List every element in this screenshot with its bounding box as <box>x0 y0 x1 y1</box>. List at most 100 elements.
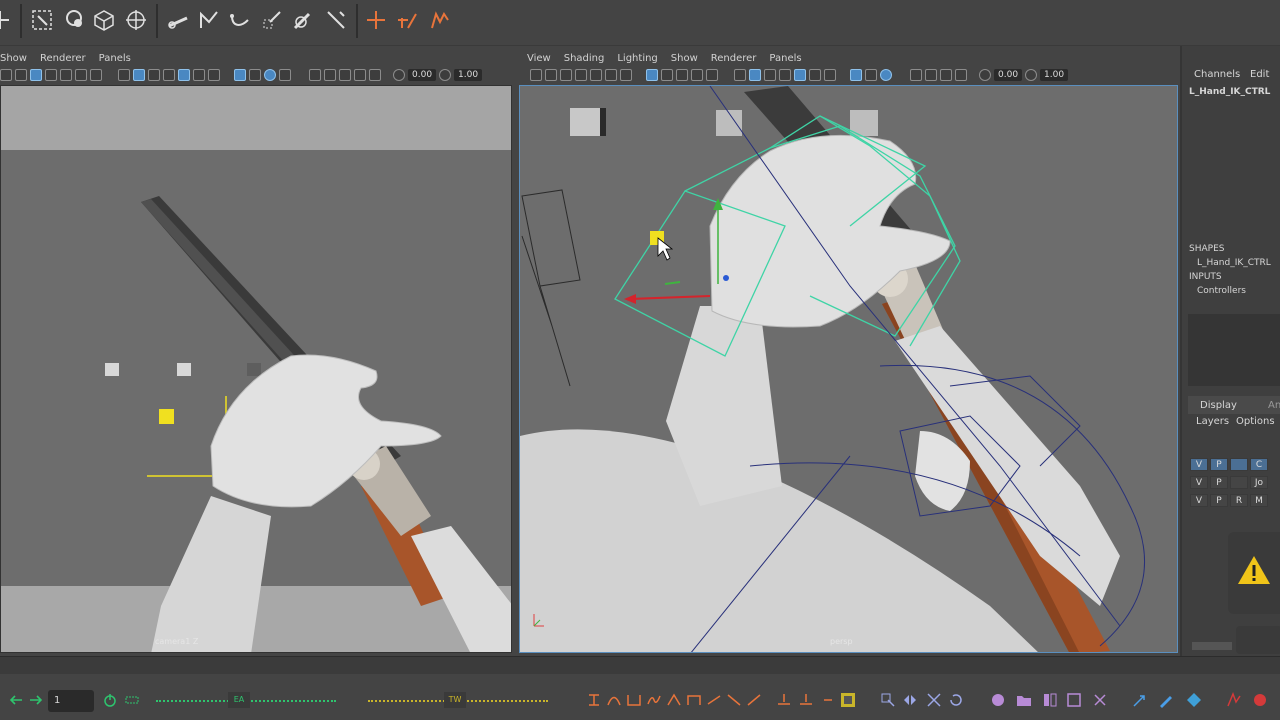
record-icon[interactable] <box>1252 692 1268 708</box>
time-slider[interactable] <box>0 656 1280 674</box>
reset-pose-icon[interactable] <box>948 692 964 708</box>
left-menu-show[interactable]: Show <box>0 53 27 64</box>
shadows-icon[interactable] <box>809 69 821 81</box>
layer-display-type[interactable]: R <box>1230 494 1248 507</box>
two-d-pan-icon[interactable] <box>369 69 381 81</box>
image-plane-icon[interactable] <box>590 69 602 81</box>
left-viewport[interactable]: camera1 Z <box>0 85 512 653</box>
near-clip-field[interactable]: 0.00 <box>994 69 1023 81</box>
sphere-icon[interactable] <box>990 692 1006 708</box>
xray-icon[interactable] <box>249 69 261 81</box>
wireframe-on-shaded-icon[interactable] <box>148 69 160 81</box>
film-gate-icon[interactable] <box>15 69 27 81</box>
select-camera-icon[interactable] <box>309 69 321 81</box>
cube-wire-icon[interactable] <box>90 6 118 34</box>
film-gate-icon[interactable] <box>661 69 673 81</box>
smooth-shade-icon[interactable] <box>133 69 145 81</box>
camera-lock-icon[interactable] <box>560 69 572 81</box>
safe-title-icon[interactable] <box>955 69 967 81</box>
playblast-icon[interactable] <box>124 692 140 708</box>
grease-pencil-icon[interactable] <box>620 69 632 81</box>
joint-tool-icon[interactable] <box>164 6 192 34</box>
display-tab[interactable]: Display <box>1200 400 1237 411</box>
isolate-select-icon[interactable] <box>850 69 862 81</box>
camera-select-icon[interactable] <box>545 69 557 81</box>
layer-visibility[interactable]: V <box>1190 476 1208 489</box>
camera-attributes-icon[interactable] <box>530 69 542 81</box>
options-menu[interactable]: Options <box>1236 416 1275 427</box>
select-camera-icon[interactable] <box>910 69 922 81</box>
right-menu-lighting[interactable]: Lighting <box>617 53 657 64</box>
brush-icon[interactable] <box>322 6 350 34</box>
tangent-unify-icon[interactable] <box>746 692 762 708</box>
lighting-icon[interactable] <box>794 69 806 81</box>
right-viewport[interactable]: persp <box>519 85 1178 653</box>
constraint-icon[interactable] <box>394 6 422 34</box>
auto-key-curve-icon[interactable] <box>1226 692 1242 708</box>
folder-icon[interactable] <box>1016 692 1032 708</box>
step-forward-icon[interactable] <box>28 692 44 708</box>
tangent-break-icon[interactable] <box>726 692 742 708</box>
ambient-occlusion-icon[interactable] <box>824 69 836 81</box>
bind-skin-icon[interactable] <box>258 6 286 34</box>
wireframe-icon[interactable] <box>118 69 130 81</box>
safe-action-icon[interactable] <box>75 69 87 81</box>
layer-name[interactable]: Jo <box>1250 476 1268 489</box>
horizontal-scrollbar[interactable] <box>1192 642 1232 650</box>
channels-tab[interactable]: Channels <box>1194 69 1240 80</box>
tangent-plateau-icon[interactable] <box>706 692 722 708</box>
tangent-step-icon[interactable] <box>586 692 602 708</box>
delete-icon[interactable] <box>1092 692 1108 708</box>
camera-attributes-icon[interactable] <box>0 69 12 81</box>
lasso-icon[interactable] <box>60 6 88 34</box>
ik-handle-icon[interactable] <box>195 6 223 34</box>
input-name[interactable]: Controllers <box>1197 286 1246 296</box>
tangent-flat-icon[interactable] <box>686 692 702 708</box>
right-menu-shading[interactable]: Shading <box>564 53 605 64</box>
grid-icon[interactable] <box>646 69 658 81</box>
xray-joints-icon[interactable] <box>880 69 892 81</box>
shape-name[interactable]: L_Hand_IK_CTRL <box>1197 258 1271 268</box>
xray-joints-icon[interactable] <box>264 69 276 81</box>
safe-title-icon[interactable] <box>90 69 102 81</box>
warning-popup[interactable] <box>1228 532 1280 614</box>
more-button[interactable] <box>1236 626 1280 654</box>
right-menu-view[interactable]: View <box>527 53 551 64</box>
near-clip-field[interactable]: 0.00 <box>408 69 437 81</box>
layer-row[interactable]: V P C <box>1190 457 1280 472</box>
gamma-icon[interactable] <box>1025 69 1038 81</box>
layer-row[interactable]: V P Jo <box>1190 475 1280 490</box>
gate-mask-icon[interactable] <box>691 69 703 81</box>
diamond-icon[interactable] <box>1186 692 1202 708</box>
layer-row[interactable]: V P R M <box>1190 493 1280 508</box>
move-tool-icon[interactable] <box>0 6 14 34</box>
resolution-gate-icon[interactable] <box>30 69 42 81</box>
graph-editor-icon[interactable] <box>840 692 856 708</box>
tangent-auto-icon[interactable] <box>646 692 662 708</box>
right-menu-show[interactable]: Show <box>671 53 698 64</box>
ea-button[interactable]: EA <box>228 692 250 708</box>
wireframe-on-shaded-icon[interactable] <box>764 69 776 81</box>
textured-icon[interactable] <box>779 69 791 81</box>
aim-constraint-icon[interactable] <box>426 6 454 34</box>
layer-playback[interactable]: P <box>1210 458 1228 471</box>
mirror-pose-icon[interactable] <box>902 692 918 708</box>
gamma-icon[interactable] <box>439 69 452 81</box>
far-clip-field[interactable]: 1.00 <box>454 69 483 81</box>
lighting-icon[interactable] <box>178 69 190 81</box>
key-add-icon[interactable] <box>776 692 792 708</box>
key-move-icon[interactable] <box>820 692 836 708</box>
character-set-icon[interactable] <box>1066 692 1082 708</box>
quick-select-set-icon[interactable] <box>1042 692 1058 708</box>
tw-button[interactable]: TW <box>444 692 466 708</box>
layer-playback[interactable]: P <box>1210 476 1228 489</box>
bookmark-icon[interactable] <box>575 69 587 81</box>
left-menu-panels[interactable]: Panels <box>99 53 131 64</box>
gate-mask-icon[interactable] <box>45 69 57 81</box>
lock-camera-icon[interactable] <box>925 69 937 81</box>
tangent-spline-icon[interactable] <box>606 692 622 708</box>
bookmark-icon[interactable] <box>339 69 351 81</box>
grid-icon[interactable] <box>279 69 291 81</box>
current-frame-field[interactable]: 1 <box>48 690 94 712</box>
image-plane-icon[interactable] <box>354 69 366 81</box>
